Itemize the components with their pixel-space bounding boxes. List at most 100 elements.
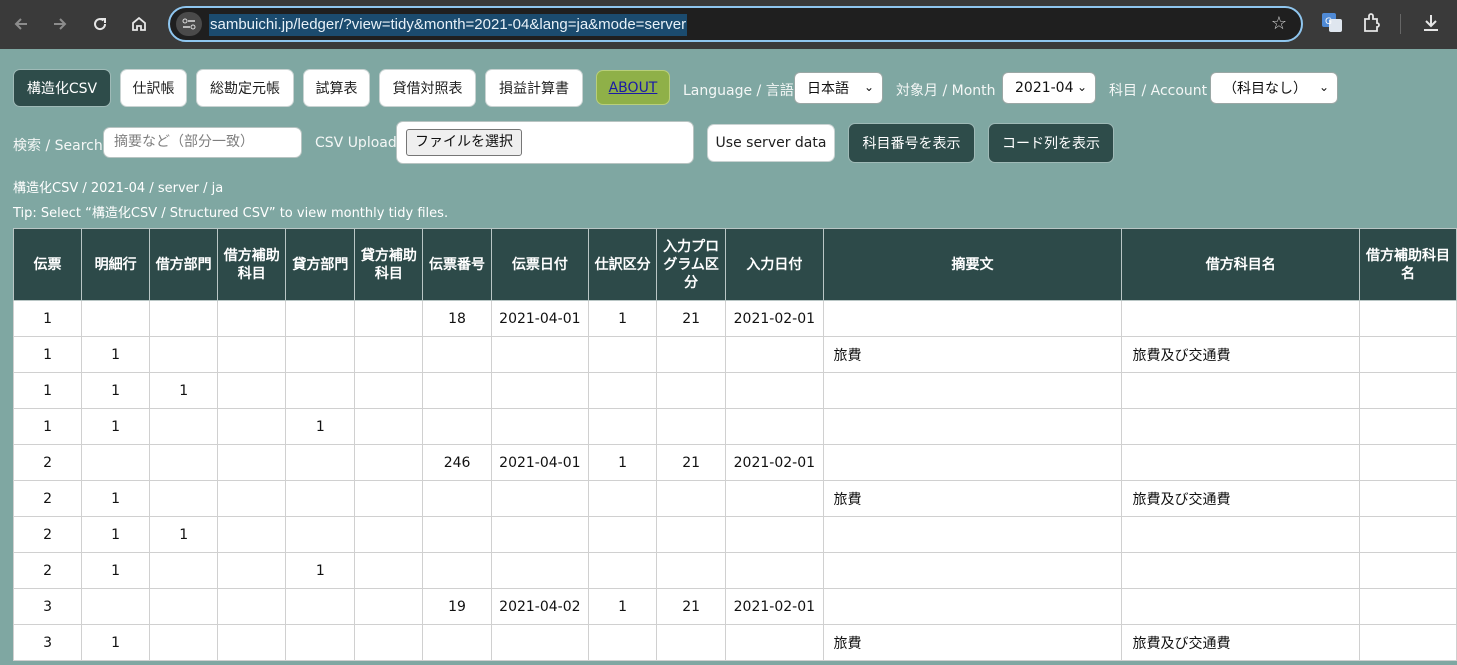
table-cell: [490, 624, 590, 661]
table-cell: [217, 624, 287, 661]
table-cell: [656, 552, 727, 589]
table-header-row: 伝票 明細行 借方部門 借方補助科目 貸方部門 貸方補助科目 伝票番号 伝票日付…: [12, 228, 1457, 301]
col-header-debit-sub-name[interactable]: 借方補助科目名: [1359, 228, 1457, 301]
table-cell: 1: [81, 516, 151, 553]
table-cell: [656, 408, 727, 445]
use-server-data-button[interactable]: Use server data: [707, 124, 835, 162]
col-header-description[interactable]: 摘要文: [822, 228, 1123, 301]
about-link[interactable]: ABOUT: [596, 70, 670, 105]
table-row: 2 1 旅費 旅費及び交通費: [12, 480, 1457, 517]
forward-icon[interactable]: [45, 9, 75, 39]
table-cell: [1359, 624, 1457, 661]
table-cell: [422, 336, 492, 373]
toolbar-divider: [1400, 14, 1401, 34]
table-cell: [1359, 588, 1457, 625]
csv-upload-label: CSV Upload: [315, 135, 397, 151]
table-cell: [149, 444, 219, 481]
chevron-down-icon: ⌄: [1076, 80, 1087, 94]
table-cell: [1359, 408, 1457, 445]
table-cell: [354, 516, 424, 553]
table-cell: [822, 300, 1123, 337]
tab-general-ledger[interactable]: 総勘定元帳: [196, 69, 294, 107]
table-cell: [656, 516, 727, 553]
table-cell: [1121, 408, 1360, 445]
table-cell: 1: [12, 372, 83, 409]
table-cell: [588, 516, 658, 553]
extensions-icon[interactable]: [1361, 12, 1385, 36]
download-icon[interactable]: [1420, 12, 1444, 36]
table-cell: [81, 300, 151, 337]
table-cell: [1359, 372, 1457, 409]
col-header-input-date[interactable]: 入力日付: [725, 228, 824, 301]
col-header-debit-sub[interactable]: 借方補助科目: [217, 228, 287, 301]
table-cell: [422, 552, 492, 589]
col-header-debit-dept[interactable]: 借方部門: [149, 228, 219, 301]
table-cell: [81, 588, 151, 625]
tip-text: Tip: Select “構造化CSV / Structured CSV” to…: [13, 206, 449, 221]
table-cell: [149, 552, 219, 589]
table-cell: [1121, 372, 1360, 409]
table-cell: [354, 372, 424, 409]
language-select[interactable]: 日本語 ⌄: [794, 72, 883, 104]
table-cell: [285, 372, 356, 409]
tab-balance-sheet[interactable]: 貸借対照表: [379, 69, 476, 107]
search-input[interactable]: 摘要など（部分一致）: [103, 127, 302, 158]
table-row: 1 18 2021-04-01 1 21 2021-02-01: [12, 300, 1457, 337]
tab-trial-balance[interactable]: 試算表: [303, 69, 370, 107]
table-cell: 1: [149, 516, 219, 553]
col-header-credit-sub[interactable]: 貸方補助科目: [354, 228, 424, 301]
table-cell: 1: [81, 408, 151, 445]
table-cell: [217, 480, 287, 517]
col-header-voucher-no[interactable]: 伝票番号: [422, 228, 492, 301]
choose-file-button[interactable]: ファイルを選択: [406, 129, 522, 156]
table-cell: [217, 516, 287, 553]
address-bar[interactable]: sambuichi.jp/ledger/?view=tidy&month=202…: [168, 6, 1303, 42]
show-code-column-button[interactable]: コード列を表示: [988, 123, 1114, 163]
tab-structured-csv[interactable]: 構造化CSV: [13, 69, 111, 107]
month-select[interactable]: 2021-04 ⌄: [1002, 72, 1096, 104]
table-cell: [285, 300, 356, 337]
col-header-credit-dept[interactable]: 貸方部門: [285, 228, 356, 301]
table-cell: [490, 480, 590, 517]
col-header-input-program[interactable]: 入力プログラム区分: [656, 228, 727, 301]
search-label: 検索 / Search: [13, 138, 103, 154]
table-cell: [656, 336, 727, 373]
star-icon[interactable]: ☆: [1271, 13, 1287, 34]
table-cell: 2: [12, 552, 83, 589]
site-info-icon[interactable]: [176, 12, 202, 36]
table-row: 111: [12, 408, 1457, 445]
show-account-number-button[interactable]: 科目番号を表示: [848, 123, 975, 163]
table-cell: [490, 552, 590, 589]
csv-upload-field[interactable]: ファイルを選択: [396, 121, 694, 164]
col-header-entry-type[interactable]: 仕訳区分: [588, 228, 658, 301]
svg-text:G: G: [1325, 17, 1332, 27]
tab-income-statement[interactable]: 損益計算書: [485, 69, 583, 107]
language-select-value: 日本語: [807, 81, 849, 97]
table-cell: [422, 408, 492, 445]
table-cell: [217, 552, 287, 589]
translate-icon[interactable]: G: [1321, 12, 1345, 36]
table-cell: [1359, 552, 1457, 589]
table-cell: [1359, 480, 1457, 517]
table-cell: [822, 372, 1123, 409]
table-cell: [149, 336, 219, 373]
col-header-denpyo[interactable]: 伝票: [12, 228, 83, 301]
account-select[interactable]: （科目なし） ⌄: [1210, 72, 1338, 104]
table-cell: [490, 336, 590, 373]
table-cell: 1: [149, 372, 219, 409]
back-icon[interactable]: [6, 9, 36, 39]
home-icon[interactable]: [124, 9, 154, 39]
col-header-debit-account[interactable]: 借方科目名: [1121, 228, 1360, 301]
table-cell: [1121, 516, 1360, 553]
table-cell: 1: [12, 408, 83, 445]
table-cell: [656, 372, 727, 409]
tab-journal[interactable]: 仕訳帳: [120, 69, 187, 107]
table-cell: 1: [81, 624, 151, 661]
col-header-line[interactable]: 明細行: [81, 228, 151, 301]
table-row: 2 246 2021-04-01 1 21 2021-02-01: [12, 444, 1457, 481]
table-cell: [822, 516, 1123, 553]
col-header-voucher-date[interactable]: 伝票日付: [490, 228, 590, 301]
table-cell: [285, 516, 356, 553]
url-text[interactable]: sambuichi.jp/ledger/?view=tidy&month=202…: [209, 14, 688, 36]
reload-icon[interactable]: [85, 9, 115, 39]
